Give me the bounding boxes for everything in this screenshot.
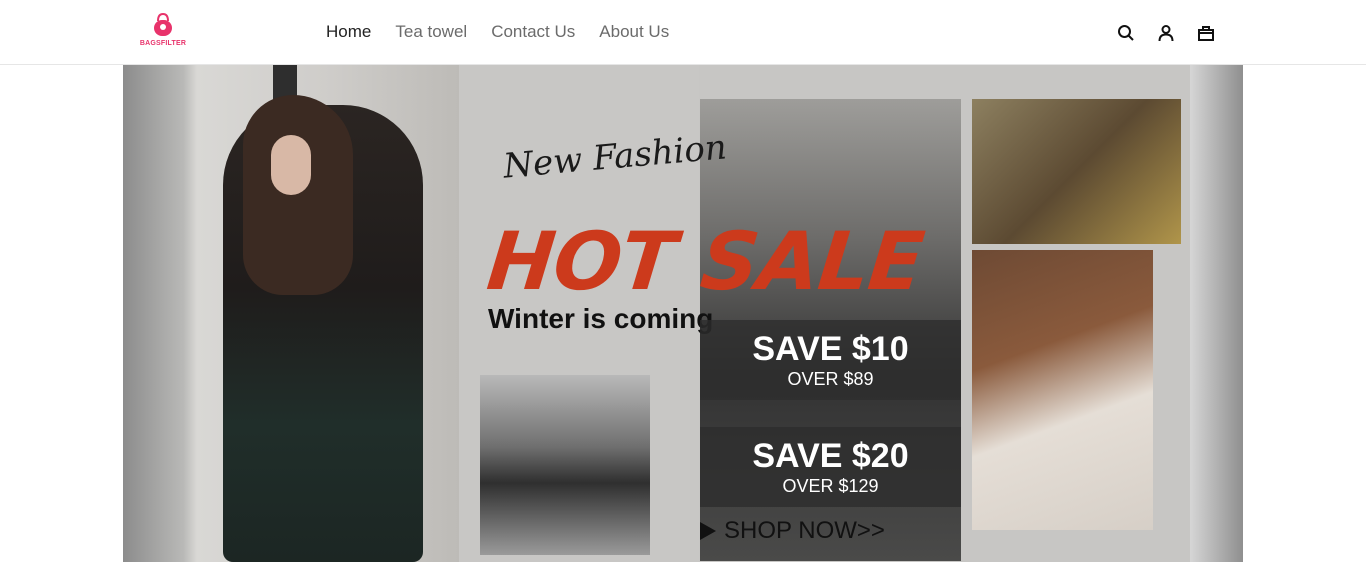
banner-photo-top-right: [972, 99, 1181, 244]
banner-subline: Winter is coming: [488, 303, 714, 334]
offer-box: SAVE $10 OVER $89: [700, 320, 961, 400]
cart-button[interactable]: [1195, 22, 1217, 44]
search-button[interactable]: [1115, 22, 1137, 44]
banner-left-photo: [123, 65, 459, 562]
offer-condition: OVER $89: [787, 369, 874, 389]
banner-photo-small: [480, 375, 650, 555]
brand-name: BAGSFILTER: [139, 40, 187, 47]
shop-now-link[interactable]: SHOP NOW>>: [700, 517, 885, 545]
offer-title: SAVE $10: [752, 330, 909, 368]
shop-now-label: SHOP NOW>>: [724, 517, 885, 544]
model-face: [271, 135, 311, 195]
nav-item-contact-us[interactable]: Contact Us: [491, 22, 575, 42]
header-actions: [1115, 22, 1235, 44]
nav-item-tea-towel[interactable]: Tea towel: [395, 22, 467, 42]
account-button[interactable]: [1155, 22, 1177, 44]
nav-item-home[interactable]: Home: [326, 22, 371, 42]
offer-title: SAVE $20: [752, 437, 909, 475]
site-header: BAGSFILTER Home Tea towel Contact Us Abo…: [0, 0, 1366, 65]
model-hair: [243, 95, 353, 295]
banner-headline: HOT SALE: [483, 215, 928, 308]
banner-photo-bottom-right: [972, 250, 1153, 530]
search-icon: [1118, 25, 1134, 41]
play-arrow-icon: [700, 522, 716, 540]
bag-logo-icon: [154, 13, 172, 36]
account-icon: [1158, 25, 1174, 42]
banner-right-edge: [1190, 65, 1243, 562]
offer-condition: OVER $129: [782, 476, 879, 496]
hero-banner[interactable]: New Fashion HOT SALE Winter is coming SA…: [123, 65, 1243, 562]
main-nav: Home Tea towel Contact Us About Us: [326, 22, 693, 42]
brand-logo[interactable]: BAGSFILTER: [138, 13, 188, 53]
offer-box: SAVE $20 OVER $129: [700, 427, 961, 507]
cart-icon: [1198, 26, 1214, 41]
nav-item-about-us[interactable]: About Us: [599, 22, 669, 42]
